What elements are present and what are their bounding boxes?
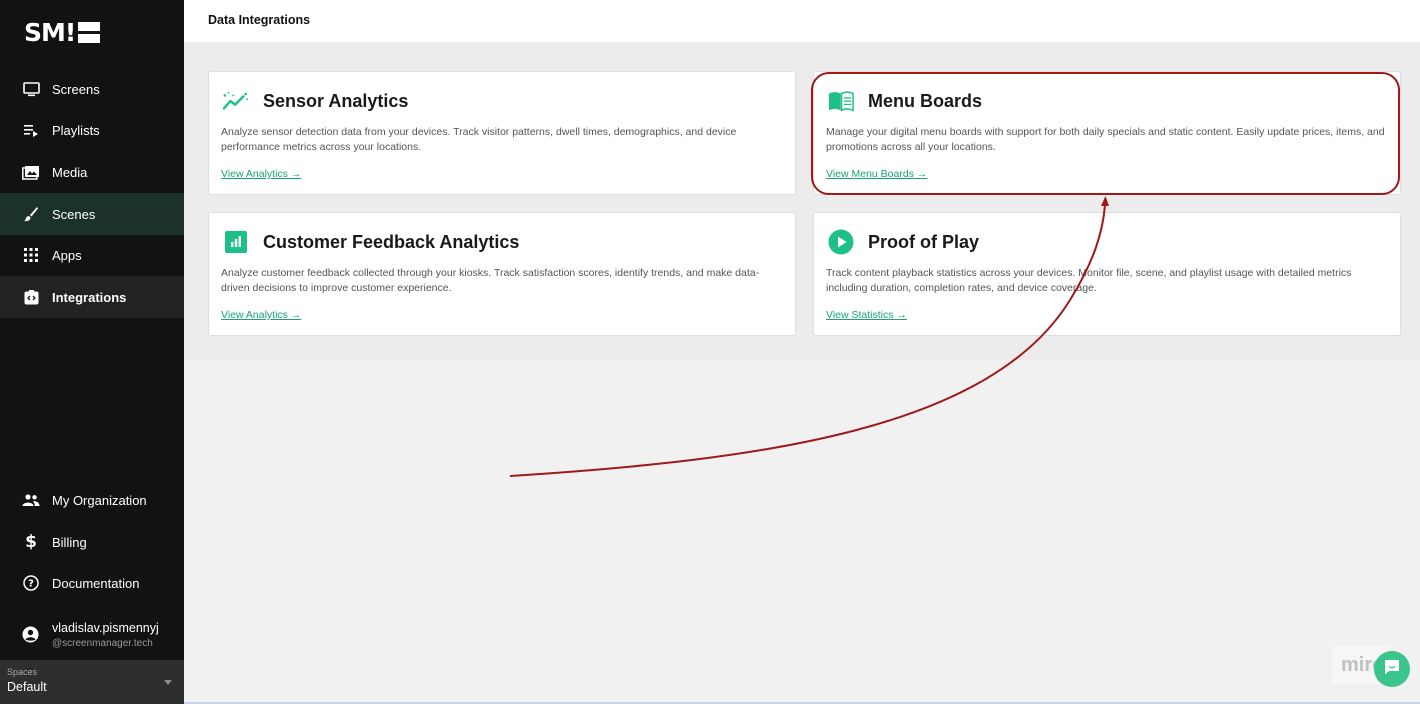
sidebar-item-label: Documentation <box>52 575 140 591</box>
bar-chart-icon <box>223 229 249 255</box>
chat-icon <box>1383 658 1401 681</box>
card-description: Analyze sensor detection data from your … <box>221 126 737 153</box>
view-analytics-link[interactable]: View Analytics → <box>221 168 301 180</box>
sidebar-item-documentation[interactable]: ? Documentation <box>0 562 184 604</box>
card-description: Manage your digital menu boards with sup… <box>826 126 1385 153</box>
user-email: @screenmanager.tech <box>52 638 153 649</box>
account-circle-icon <box>22 626 40 644</box>
page-header: Data Integrations <box>184 0 1420 42</box>
chat-launcher-button[interactable] <box>1374 651 1410 687</box>
sidebar-item-my-organization[interactable]: My Organization <box>0 479 184 521</box>
sensor-trend-icon <box>223 88 249 114</box>
logo-text: SM! <box>24 17 76 47</box>
sidebar-item-integrations[interactable]: Integrations <box>0 276 184 318</box>
playlist-icon <box>22 121 40 139</box>
media-icon <box>22 163 40 181</box>
svg-text:?: ? <box>28 579 34 590</box>
spaces-value: Default <box>7 680 47 694</box>
page-title: Data Integrations <box>208 13 311 27</box>
sidebar-item-screens[interactable]: Screens <box>0 68 184 110</box>
card-description: Analyze customer feedback collected thro… <box>221 267 760 294</box>
sidebar-item-billing[interactable]: $ Billing <box>0 521 184 563</box>
people-icon <box>22 491 40 509</box>
card-title: Menu Boards <box>868 90 983 111</box>
card-description: Track content playback statistics across… <box>826 267 1352 294</box>
sidebar-item-label: My Organization <box>52 492 147 508</box>
play-circle-icon <box>828 229 854 255</box>
spaces-selector[interactable]: Spaces Default <box>0 660 184 704</box>
sidebar-item-apps[interactable]: Apps <box>0 234 184 276</box>
card-title: Customer Feedback Analytics <box>263 231 520 252</box>
card-menu-boards: Menu Boards Manage your digital menu boa… <box>813 71 1401 195</box>
sidebar-item-label: Screens <box>52 81 100 97</box>
sidebar-item-label: Integrations <box>52 289 127 305</box>
sidebar-item-label: Apps <box>52 247 82 263</box>
sidebar-item-label: Playlists <box>52 122 100 138</box>
integrations-icon <box>22 288 40 306</box>
app-logo[interactable]: SM! <box>24 17 101 47</box>
sidebar-item-playlists[interactable]: Playlists <box>0 109 184 151</box>
dollar-icon: $ <box>25 532 37 552</box>
sidebar-item-label: Billing <box>52 534 87 550</box>
sidebar-item-scenes[interactable]: Scenes <box>0 193 184 235</box>
sidebar: SM! Screens Playlists Media Scenes Apps <box>0 0 184 704</box>
logo-bars <box>78 21 101 43</box>
brush-icon <box>22 205 40 223</box>
card-title: Sensor Analytics <box>263 90 409 111</box>
view-statistics-link[interactable]: View Statistics → <box>826 309 907 321</box>
view-analytics-link[interactable]: View Analytics → <box>221 309 301 321</box>
sidebar-item-label: Media <box>52 164 88 180</box>
sidebar-item-label: Scenes <box>52 206 96 222</box>
view-menu-boards-link[interactable]: View Menu Boards → <box>826 168 927 180</box>
card-proof-of-play: Proof of Play Track content playback sta… <box>813 212 1401 336</box>
spaces-label: Spaces <box>7 667 38 677</box>
help-circle-icon: ? <box>22 574 40 592</box>
card-sensor-analytics: Sensor Analytics Analyze sensor detectio… <box>208 71 796 195</box>
menu-book-icon <box>828 88 854 114</box>
apps-grid-icon <box>22 246 40 264</box>
monitor-icon <box>22 80 40 98</box>
user-name: vladislav.pismennyj <box>52 621 159 635</box>
card-title: Proof of Play <box>868 231 980 252</box>
card-customer-feedback-analytics: Customer Feedback Analytics Analyze cust… <box>208 212 796 336</box>
sidebar-item-media[interactable]: Media <box>0 151 184 193</box>
user-profile[interactable]: vladislav.pismennyj @screenmanager.tech <box>0 614 184 656</box>
caret-down-icon <box>164 680 172 685</box>
